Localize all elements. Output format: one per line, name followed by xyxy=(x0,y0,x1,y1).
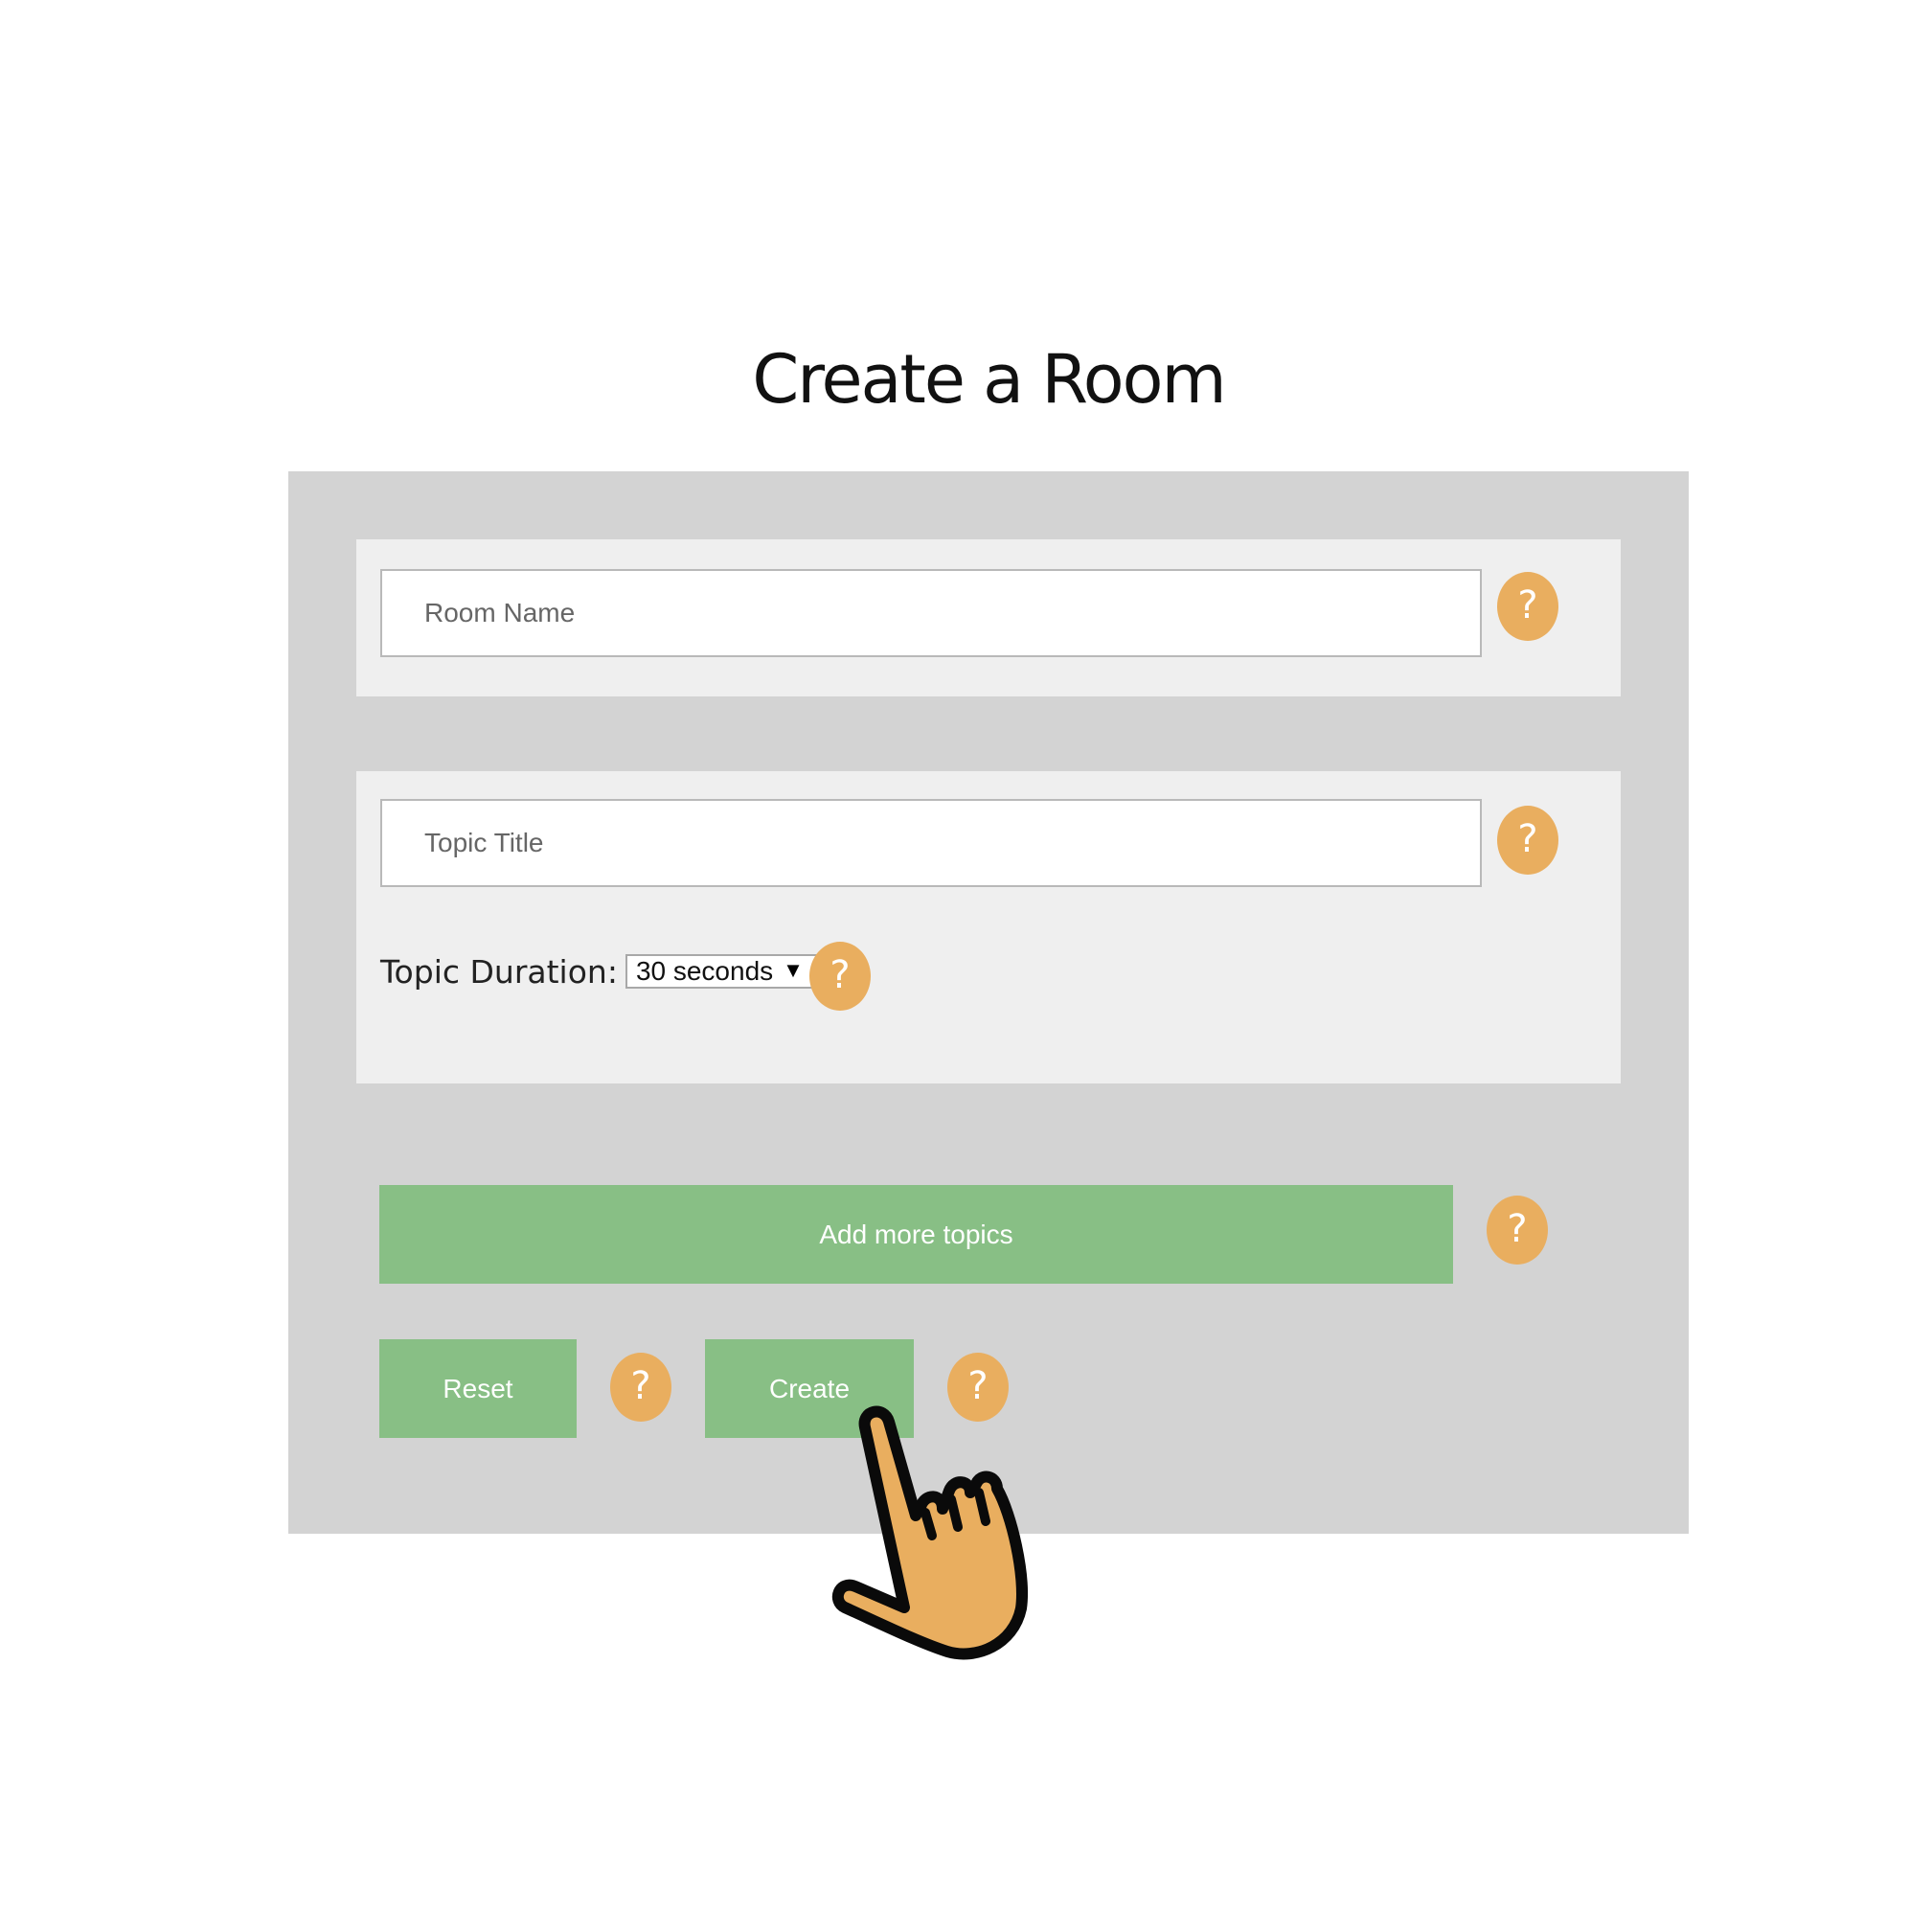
topic-title-input[interactable] xyxy=(382,801,1480,885)
reset-button[interactable]: Reset xyxy=(379,1339,577,1438)
topic-duration-selected-value: 30 seconds xyxy=(635,956,774,986)
topic-duration-label: Topic Duration: xyxy=(380,952,618,991)
topic-duration-row: Topic Duration: 30 seconds ▼ xyxy=(380,938,817,1005)
topic-duration-help-icon[interactable]: ? xyxy=(809,942,871,1011)
topic-card: ? Topic Duration: 30 seconds ▼ ? xyxy=(356,771,1621,1083)
room-name-input[interactable] xyxy=(382,571,1480,655)
hand-pointer-icon xyxy=(830,1394,1059,1662)
room-name-card: ? xyxy=(356,539,1621,696)
topic-duration-select[interactable]: 30 seconds ▼ xyxy=(625,954,817,989)
chevron-down-icon: ▼ xyxy=(783,958,804,982)
create-room-form: ? ? Topic Duration: 30 seconds ▼ ? Add m… xyxy=(288,471,1689,1534)
add-more-topics-help-icon[interactable]: ? xyxy=(1487,1196,1548,1265)
reset-help-icon[interactable]: ? xyxy=(610,1353,671,1422)
room-name-help-icon[interactable]: ? xyxy=(1497,572,1558,641)
topic-title-help-icon[interactable]: ? xyxy=(1497,806,1558,875)
add-more-topics-button[interactable]: Add more topics xyxy=(379,1185,1453,1284)
page-title: Create a Room xyxy=(752,340,1226,419)
topic-title-field-wrapper xyxy=(380,799,1482,887)
room-name-field-wrapper xyxy=(380,569,1482,657)
